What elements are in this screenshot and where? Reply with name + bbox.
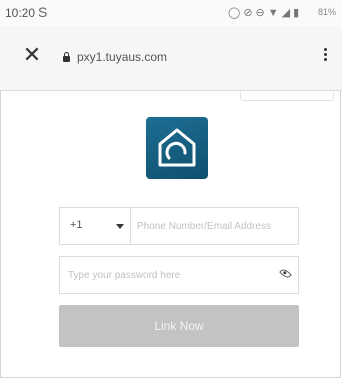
wifi-icon: ▼ xyxy=(267,7,282,19)
app-logo xyxy=(146,117,208,179)
lock-icon xyxy=(63,52,70,62)
link-now-button[interactable]: Link Now xyxy=(59,305,299,347)
home-icon xyxy=(158,128,196,167)
overflow-menu-icon[interactable] xyxy=(320,46,330,66)
caret-down-icon xyxy=(116,224,124,229)
battery-icon: ▮ xyxy=(293,7,303,19)
phone-email-input[interactable]: Phone Number/Email Address xyxy=(131,207,299,245)
language-selector[interactable] xyxy=(240,90,334,101)
password-input[interactable]: Type your password here xyxy=(59,256,299,294)
alarm-icon: ◯ xyxy=(228,7,244,19)
phone-email-placeholder: Phone Number/Email Address xyxy=(137,221,271,232)
close-icon[interactable]: ✕ xyxy=(22,44,42,66)
password-placeholder: Type your password here xyxy=(68,270,181,281)
url-text[interactable]: pxy1.tuyaus.com xyxy=(77,50,167,64)
dnd-icon: ⊖ xyxy=(255,7,268,19)
country-code-select[interactable]: +1 xyxy=(59,207,131,245)
app-notification-icon: S xyxy=(38,4,48,20)
mute-icon: ⊘ xyxy=(243,7,256,19)
status-time: 10:20 xyxy=(5,6,36,20)
status-bar: 10:20 S ◯⊘⊖▼◢▮ 81% xyxy=(0,0,342,26)
country-code-value: +1 xyxy=(70,219,83,231)
status-icons: ◯⊘⊖▼◢▮ xyxy=(228,6,302,19)
battery-level: 81% xyxy=(318,7,337,17)
browser-toolbar: ✕ pxy1.tuyaus.com xyxy=(0,26,342,91)
signal-icon: ◢ xyxy=(281,7,294,19)
